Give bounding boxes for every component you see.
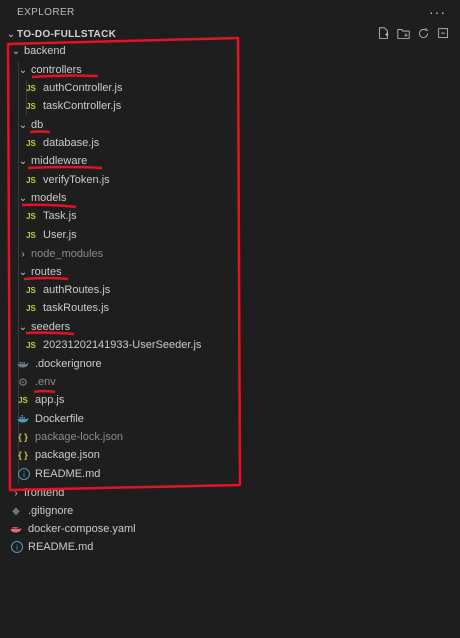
new-file-icon[interactable] bbox=[376, 26, 390, 40]
chevron-down-icon: ⌄ bbox=[18, 64, 28, 76]
file-label: README.md bbox=[28, 541, 94, 553]
gear-icon: ⚙ bbox=[18, 376, 28, 389]
collapse-all-icon[interactable] bbox=[436, 26, 450, 40]
tree-folder-backend[interactable]: ⌄ backend bbox=[9, 42, 460, 60]
file-label: authController.js bbox=[43, 82, 123, 94]
javascript-file-icon: JS bbox=[26, 101, 36, 111]
file-label: User.js bbox=[43, 229, 77, 241]
docker-icon bbox=[16, 359, 30, 369]
file-label: verifyToken.js bbox=[43, 174, 110, 186]
folder-label: db bbox=[31, 119, 44, 131]
file-label: README.md bbox=[35, 468, 101, 480]
folder-label: frontend bbox=[24, 487, 65, 499]
project-name: TO-DO-FULLSTACK bbox=[17, 28, 117, 40]
tree-folder-routes[interactable]: ⌄ routes bbox=[16, 263, 460, 281]
docker-icon bbox=[16, 414, 30, 424]
file-label: app.js bbox=[35, 394, 65, 406]
folder-label: seeders bbox=[31, 321, 71, 333]
chevron-down-icon: ⌄ bbox=[6, 28, 16, 40]
info-icon: i bbox=[18, 468, 30, 480]
tree-folder-node-modules[interactable]: › node_modules bbox=[16, 245, 460, 263]
javascript-file-icon: JS bbox=[26, 340, 36, 350]
javascript-file-icon: JS bbox=[26, 83, 36, 93]
json-file-icon: { } bbox=[18, 432, 28, 442]
tree-file-readme-backend[interactable]: i README.md bbox=[18, 465, 460, 483]
file-label: Task.js bbox=[43, 210, 77, 222]
tree-file-dockerfile[interactable]: Dockerfile bbox=[16, 410, 460, 428]
tree-file-package[interactable]: { } package.json bbox=[16, 446, 460, 464]
project-section-header[interactable]: ⌄ TO-DO-FULLSTACK bbox=[0, 25, 460, 43]
tree-file-dockerignore[interactable]: .dockerignore bbox=[16, 355, 460, 373]
javascript-file-icon: JS bbox=[26, 211, 36, 221]
tree-file-env[interactable]: ⚙ .env bbox=[16, 373, 460, 391]
folder-label: middleware bbox=[31, 155, 88, 167]
folder-label: controllers bbox=[31, 64, 82, 76]
javascript-file-icon: JS bbox=[26, 138, 36, 148]
explorer-header: EXPLORER ··· bbox=[0, 0, 460, 24]
javascript-file-icon: JS bbox=[26, 175, 36, 185]
new-folder-icon[interactable] bbox=[396, 26, 410, 40]
folder-label: routes bbox=[31, 266, 62, 278]
tree-file-taskController[interactable]: JS taskController.js bbox=[24, 97, 460, 115]
tree-folder-middleware[interactable]: ⌄ middleware bbox=[16, 152, 460, 170]
chevron-right-icon: › bbox=[14, 487, 18, 499]
docker-compose-icon bbox=[9, 524, 23, 534]
tree-file-task-model[interactable]: JS Task.js bbox=[24, 207, 460, 225]
file-label: Dockerfile bbox=[35, 413, 84, 425]
tree-file-docker-compose[interactable]: docker-compose.yaml bbox=[9, 520, 460, 538]
chevron-down-icon: ⌄ bbox=[18, 155, 28, 167]
tree-folder-models[interactable]: ⌄ models bbox=[16, 189, 460, 207]
file-label: package.json bbox=[35, 449, 100, 461]
chevron-down-icon: ⌄ bbox=[18, 119, 28, 131]
folder-label: models bbox=[31, 192, 67, 204]
tree-file-userSeeder[interactable]: JS 20231202141933-UserSeeder.js bbox=[24, 336, 460, 354]
tree-file-taskRoutes[interactable]: JS taskRoutes.js bbox=[24, 299, 460, 317]
tree-folder-seeders[interactable]: ⌄ seeders bbox=[16, 318, 460, 336]
file-label: 20231202141933-UserSeeder.js bbox=[43, 339, 202, 351]
tree-file-gitignore[interactable]: ◆ .gitignore bbox=[9, 502, 460, 520]
file-label: authRoutes.js bbox=[43, 284, 111, 296]
javascript-file-icon: JS bbox=[18, 395, 28, 405]
javascript-file-icon: JS bbox=[26, 303, 36, 313]
file-label: taskController.js bbox=[43, 100, 122, 112]
json-file-icon: { } bbox=[18, 450, 28, 460]
tree-file-authRoutes[interactable]: JS authRoutes.js bbox=[24, 281, 460, 299]
chevron-down-icon: ⌄ bbox=[18, 192, 28, 204]
tree-file-authController[interactable]: JS authController.js bbox=[24, 79, 460, 97]
ellipsis-icon[interactable]: ··· bbox=[429, 4, 446, 20]
info-icon: i bbox=[11, 541, 23, 553]
folder-label: backend bbox=[24, 45, 66, 57]
tree-folder-db[interactable]: ⌄ db bbox=[16, 116, 460, 134]
tree-folder-controllers[interactable]: ⌄ controllers bbox=[16, 61, 460, 79]
chevron-down-icon: ⌄ bbox=[18, 321, 28, 333]
tree-folder-frontend[interactable]: › frontend bbox=[9, 484, 460, 502]
tree-file-database[interactable]: JS database.js bbox=[24, 134, 460, 152]
tree-file-readme-root[interactable]: i README.md bbox=[11, 538, 460, 556]
chevron-right-icon: › bbox=[21, 248, 25, 260]
file-label: taskRoutes.js bbox=[43, 302, 110, 314]
git-icon: ◆ bbox=[12, 505, 20, 517]
file-label: docker-compose.yaml bbox=[28, 523, 136, 535]
file-label: .gitignore bbox=[28, 505, 74, 517]
folder-label: node_modules bbox=[31, 248, 104, 260]
file-label: .env bbox=[35, 376, 56, 388]
chevron-down-icon: ⌄ bbox=[18, 266, 28, 278]
chevron-down-icon: ⌄ bbox=[11, 45, 21, 57]
javascript-file-icon: JS bbox=[26, 285, 36, 295]
file-label: database.js bbox=[43, 137, 100, 149]
file-label: .dockerignore bbox=[35, 358, 102, 370]
javascript-file-icon: JS bbox=[26, 230, 36, 240]
tree-file-user-model[interactable]: JS User.js bbox=[24, 226, 460, 244]
refresh-icon[interactable] bbox=[416, 26, 430, 40]
explorer-title: EXPLORER bbox=[17, 6, 75, 18]
tree-file-package-lock[interactable]: { } package-lock.json bbox=[16, 428, 460, 446]
tree-file-app[interactable]: JS app.js bbox=[16, 391, 460, 409]
file-label: package-lock.json bbox=[35, 431, 124, 443]
tree-file-verifyToken[interactable]: JS verifyToken.js bbox=[24, 171, 460, 189]
